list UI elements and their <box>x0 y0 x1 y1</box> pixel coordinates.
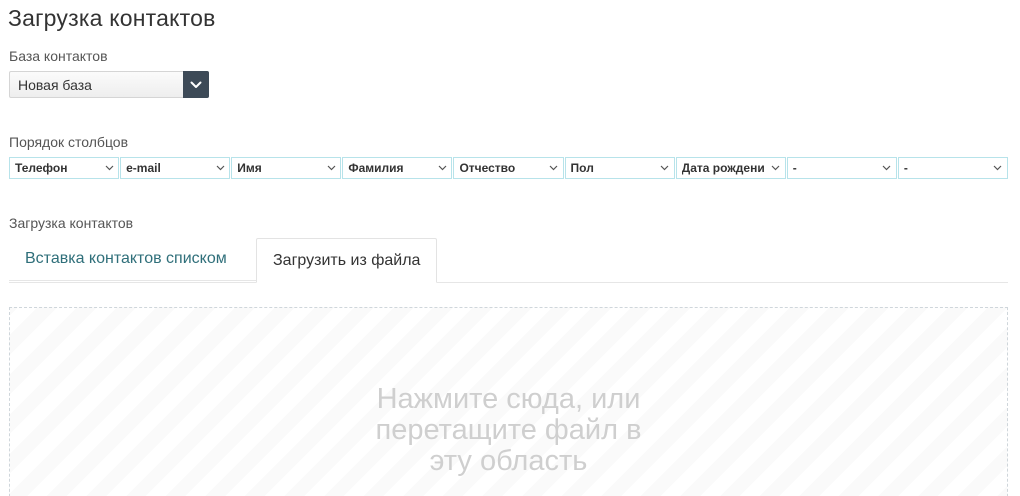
dropzone-text-line: эту область <box>429 445 588 477</box>
column-select-value: - <box>792 161 797 175</box>
column-select-value: - <box>903 161 908 175</box>
column-select-value: Телефон <box>15 161 68 175</box>
column-select[interactable]: - <box>786 157 897 179</box>
column-select[interactable]: Дата рождени <box>675 157 786 179</box>
column-order-label: Порядок столбцов <box>9 134 129 150</box>
chevron-down-icon <box>771 165 781 171</box>
chevron-down-icon <box>104 165 114 171</box>
tab-upload-file[interactable]: Загрузить из файла <box>256 238 438 283</box>
database-select[interactable]: Новая база <box>9 71 209 98</box>
dropzone-instructions: Нажмите сюда, или перетащите файл в эту … <box>10 384 1007 477</box>
dropzone-text-line: Нажмите сюда, или <box>376 383 641 415</box>
file-dropzone[interactable]: Нажмите сюда, или перетащите файл в эту … <box>9 307 1008 496</box>
column-select[interactable]: Фамилия <box>342 157 453 179</box>
column-select[interactable]: Пол <box>564 157 675 179</box>
column-order-row: Телефон e-mail Имя Фамилия Отчество Пол … <box>9 157 1008 179</box>
column-select[interactable]: Отчество <box>453 157 564 179</box>
upload-tabs: Вставка контактов списком Загрузить из ф… <box>9 238 1008 283</box>
dropzone-text-line: перетащите файл в <box>375 414 642 446</box>
column-select-value: Отчество <box>459 161 516 175</box>
chevron-down-icon <box>215 165 225 171</box>
database-select-toggle[interactable] <box>183 71 209 98</box>
contacts-upload-page: Загрузка контактов База контактов Новая … <box>0 0 1020 496</box>
column-select-value: e-mail <box>126 161 161 175</box>
column-select[interactable]: - <box>897 157 1008 179</box>
column-select[interactable]: Имя <box>231 157 342 179</box>
chevron-down-icon <box>326 165 336 171</box>
chevron-down-icon <box>190 81 202 88</box>
database-label: База контактов <box>9 48 108 64</box>
chevron-down-icon <box>882 165 892 171</box>
column-select[interactable]: Телефон <box>9 157 120 179</box>
page-title: Загрузка контактов <box>8 5 216 31</box>
chevron-down-icon <box>993 165 1003 171</box>
column-select-value: Фамилия <box>348 161 404 175</box>
chevron-down-icon <box>437 165 447 171</box>
column-select-value: Пол <box>570 161 594 175</box>
database-select-value: Новая база <box>18 76 92 93</box>
tab-paste-list[interactable]: Вставка контактов списком <box>9 238 256 281</box>
upload-section-label: Загрузка контактов <box>9 215 134 231</box>
chevron-down-icon <box>549 165 559 171</box>
column-select-value: Дата рождени <box>681 161 765 175</box>
column-select[interactable]: e-mail <box>120 157 231 179</box>
chevron-down-icon <box>660 165 670 171</box>
column-select-value: Имя <box>237 161 262 175</box>
